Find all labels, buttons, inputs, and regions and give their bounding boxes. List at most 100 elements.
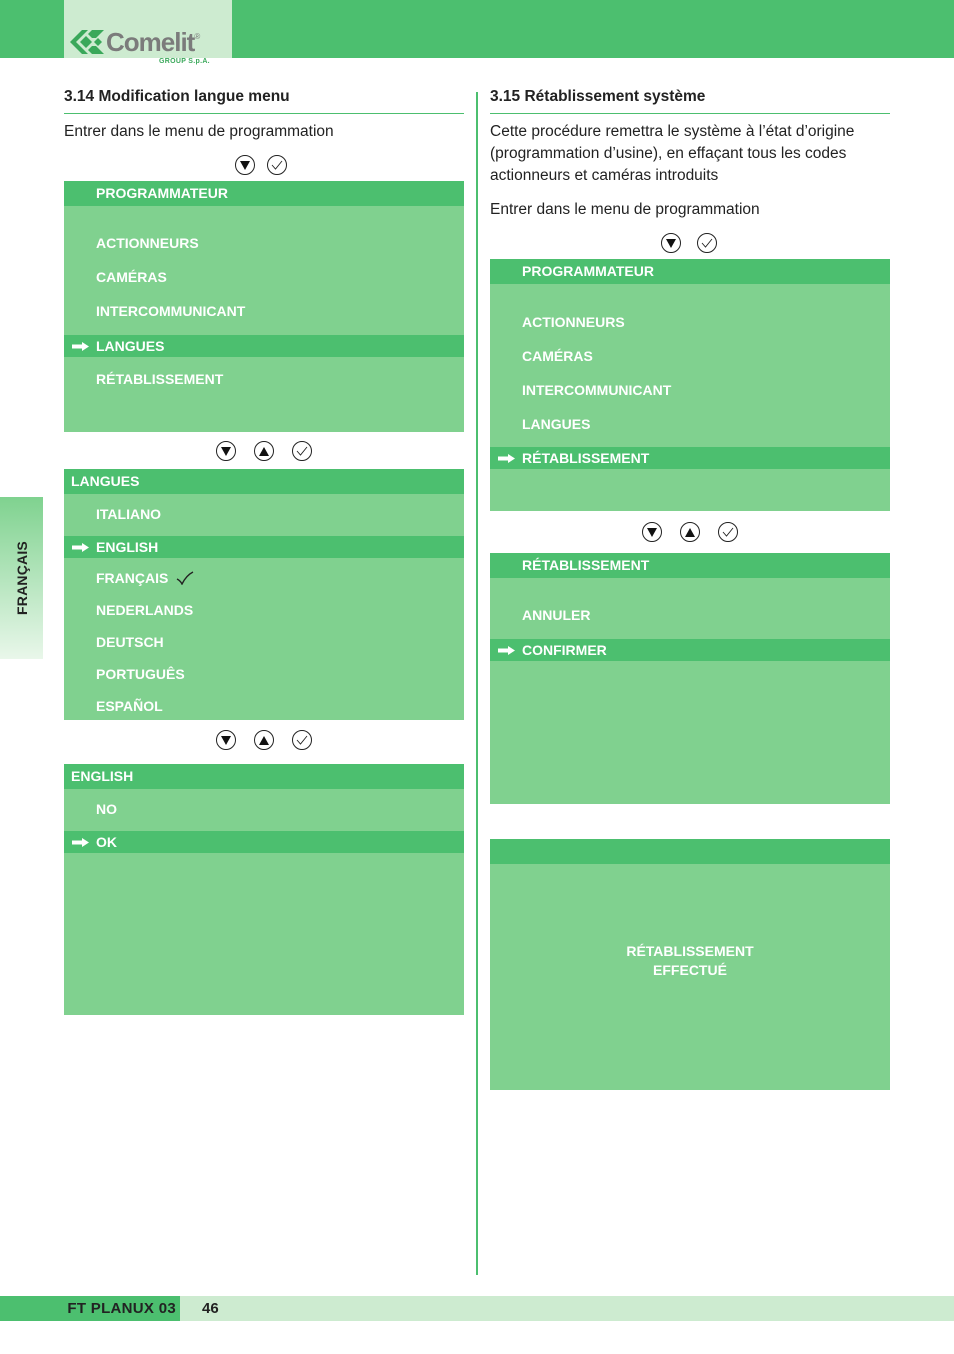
menu-item-label: PORTUGUÊS: [96, 666, 185, 682]
down-button[interactable]: [216, 730, 236, 750]
confirm-button[interactable]: [292, 730, 312, 750]
description-line: actionneurs et caméras introduits: [490, 167, 719, 184]
comelit-logo-mark-icon: [70, 30, 104, 54]
menu-item-label: CONFIRMER: [522, 642, 607, 658]
left-nav-1: [235, 155, 287, 175]
menu-item-deutsch[interactable]: DEUTSCH: [64, 631, 464, 653]
menu-item-label: FRANÇAIS: [96, 570, 169, 586]
checkmark-icon: [701, 238, 713, 248]
right-screen-retablissement: RÉTABLISSEMENT ANNULER CONFIRMER: [490, 553, 890, 804]
menu-item-cameras[interactable]: CAMÉRAS: [64, 266, 464, 288]
up-button[interactable]: [254, 730, 274, 750]
menu-item-label: ENGLISH: [96, 539, 159, 555]
left-screen-english-confirm: ENGLISH NO OK: [64, 764, 464, 1015]
brand-subtitle: GROUP S.p.A.: [159, 58, 210, 65]
menu-item-annuler[interactable]: ANNULER: [490, 604, 890, 626]
registered-mark: ®: [194, 32, 201, 41]
screen-header: RÉTABLISSEMENT: [490, 553, 890, 578]
right-arrow-icon: [72, 831, 90, 853]
confirm-button[interactable]: [292, 441, 312, 461]
triangle-up-icon: [259, 446, 269, 456]
menu-item-nederlands[interactable]: NEDERLANDS: [64, 599, 464, 621]
description-line: Cette procédure remettra le système à l’…: [490, 123, 855, 140]
message-line: EFFECTUÉ: [653, 962, 727, 978]
reset-complete-message: RÉTABLISSEMENT EFFECTUÉ: [490, 942, 890, 980]
menu-item-retablissement[interactable]: RÉTABLISSEMENT: [490, 447, 890, 469]
brand-name: Comelit: [106, 27, 195, 57]
language-side-tab: FRANÇAIS: [0, 497, 43, 659]
triangle-down-icon: [221, 735, 231, 745]
right-arrow-icon: [72, 536, 90, 558]
down-button[interactable]: [216, 441, 236, 461]
checkmark-icon: [271, 160, 283, 170]
menu-item-label: ACTIONNEURS: [522, 314, 625, 330]
triangle-up-icon: [259, 735, 269, 745]
menu-item-english[interactable]: ENGLISH: [64, 536, 464, 558]
screen-header: PROGRAMMATEUR: [490, 259, 890, 284]
menu-item-italiano[interactable]: ITALIANO: [64, 503, 464, 525]
left-screen-langues: LANGUES ITALIANO ENGLISH FRANÇAIS NEDERL…: [64, 469, 464, 720]
menu-item-retablissement[interactable]: RÉTABLISSEMENT: [64, 368, 464, 390]
section-rule: [64, 113, 464, 114]
triangle-down-icon: [666, 238, 676, 248]
menu-item-label: INTERCOMMUNICANT: [522, 382, 672, 398]
menu-item-actionneurs[interactable]: ACTIONNEURS: [490, 311, 890, 333]
menu-item-actionneurs[interactable]: ACTIONNEURS: [64, 232, 464, 254]
menu-item-label: ANNULER: [522, 607, 591, 623]
menu-item-label: DEUTSCH: [96, 634, 164, 650]
message-line: RÉTABLISSEMENT: [626, 943, 754, 959]
screen-header: ENGLISH: [64, 764, 464, 789]
down-button[interactable]: [642, 522, 662, 542]
left-screen-programmateur: PROGRAMMATEUR ACTIONNEURS CAMÉRAS INTERC…: [64, 181, 464, 432]
triangle-down-icon: [221, 446, 231, 456]
right-intro-text: Entrer dans le menu de programmation: [490, 201, 760, 218]
right-screen-reset-done: RÉTABLISSEMENT EFFECTUÉ: [490, 839, 890, 1090]
up-button[interactable]: [680, 522, 700, 542]
menu-item-label: ESPAÑOL: [96, 698, 163, 714]
footer-title-bar: FT PLANUX 03: [0, 1296, 180, 1321]
menu-item-label: ITALIANO: [96, 506, 162, 522]
menu-item-cameras[interactable]: CAMÉRAS: [490, 345, 890, 367]
menu-item-label: INTERCOMMUNICANT: [96, 303, 246, 319]
triangle-down-icon: [240, 160, 250, 170]
right-arrow-icon: [498, 639, 516, 661]
menu-item-langues[interactable]: LANGUES: [64, 335, 464, 357]
down-button[interactable]: [235, 155, 255, 175]
menu-item-ok[interactable]: OK: [64, 831, 464, 853]
menu-item-no[interactable]: NO: [64, 798, 464, 820]
footer-page-bar: 46: [180, 1296, 954, 1321]
side-tab-label: FRANÇAIS: [13, 541, 30, 615]
menu-item-portugues[interactable]: PORTUGUÊS: [64, 663, 464, 685]
down-button[interactable]: [661, 233, 681, 253]
section-title-3-15: 3.15 Rétablissement système: [490, 88, 706, 105]
confirm-button[interactable]: [718, 522, 738, 542]
up-button[interactable]: [254, 441, 274, 461]
section-title-3-14: 3.14 Modification langue menu: [64, 88, 290, 105]
checkmark-icon: [296, 446, 308, 456]
right-arrow-icon: [498, 447, 516, 469]
screen-header: LANGUES: [64, 469, 464, 494]
menu-item-label: NEDERLANDS: [96, 602, 194, 618]
menu-item-intercommunicant[interactable]: INTERCOMMUNICANT: [490, 379, 890, 401]
menu-item-confirmer[interactable]: CONFIRMER: [490, 639, 890, 661]
menu-item-espanol[interactable]: ESPAÑOL: [64, 695, 464, 717]
menu-item-intercommunicant[interactable]: INTERCOMMUNICANT: [64, 300, 464, 322]
checkmark-icon: [722, 527, 734, 537]
right-arrow-icon: [72, 335, 90, 357]
menu-item-label: RÉTABLISSEMENT: [96, 371, 224, 387]
confirm-button[interactable]: [267, 155, 287, 175]
description-line: (programmation d’usine), en effaçant tou…: [490, 145, 847, 162]
menu-item-label: RÉTABLISSEMENT: [522, 450, 650, 466]
menu-item-label: NO: [96, 801, 117, 817]
screen-header: [490, 839, 890, 864]
checkmark-icon: [296, 735, 308, 745]
active-checkmark-icon: [176, 571, 194, 585]
right-nav-2: [642, 522, 738, 542]
menu-item-langues[interactable]: LANGUES: [490, 413, 890, 435]
menu-item-label: CAMÉRAS: [522, 348, 593, 364]
confirm-button[interactable]: [697, 233, 717, 253]
menu-item-francais[interactable]: FRANÇAIS: [64, 567, 464, 589]
right-screen-programmateur: PROGRAMMATEUR ACTIONNEURS CAMÉRAS INTERC…: [490, 259, 890, 511]
right-description: Cette procédure remettra le système à l’…: [490, 121, 854, 187]
left-nav-3: [216, 730, 312, 750]
